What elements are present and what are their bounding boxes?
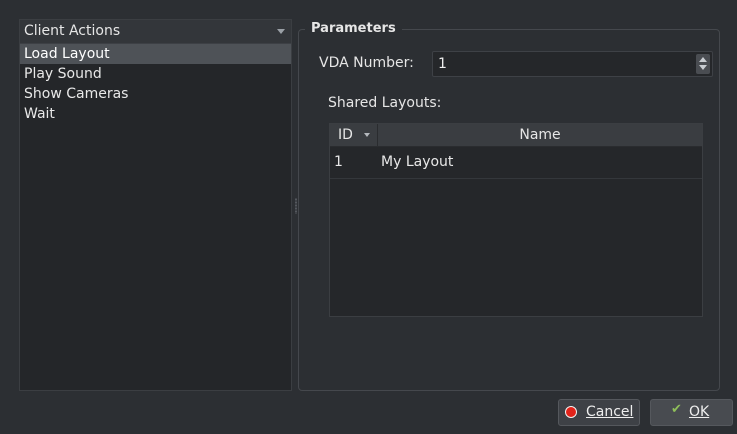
table-header: ID Name xyxy=(330,124,702,147)
column-header-id-label: ID xyxy=(338,127,353,143)
ok-button[interactable]: ✔ OK xyxy=(650,399,733,426)
stop-icon xyxy=(565,406,577,418)
vda-number-spinbox[interactable]: 1 xyxy=(432,51,713,77)
action-item-load-layout[interactable]: Load Layout xyxy=(20,44,291,64)
ok-label: OK xyxy=(689,404,710,420)
vda-number-label: VDA Number: xyxy=(319,55,414,71)
shared-layouts-table[interactable]: ID Name 1 My Layout xyxy=(329,123,703,317)
action-item-play-sound[interactable]: Play Sound xyxy=(20,64,291,84)
splitter-handle[interactable] xyxy=(295,198,297,214)
spin-up-icon[interactable] xyxy=(699,57,707,62)
parameters-title: Parameters xyxy=(305,21,402,36)
table-row[interactable]: 1 My Layout xyxy=(330,147,702,179)
cancel-label: Cancel xyxy=(586,404,634,420)
spin-buttons[interactable] xyxy=(696,54,710,74)
spin-down-icon[interactable] xyxy=(699,65,707,70)
cell-id: 1 xyxy=(334,154,343,170)
action-item-show-cameras[interactable]: Show Cameras xyxy=(20,84,291,104)
chevron-down-icon[interactable] xyxy=(277,29,285,34)
cancel-button[interactable]: Cancel xyxy=(558,399,640,426)
client-actions-panel: Client Actions Load Layout Play Sound Sh… xyxy=(19,19,292,391)
column-header-id[interactable]: ID xyxy=(330,124,378,146)
client-actions-combo[interactable]: Client Actions xyxy=(20,20,291,44)
check-icon: ✔ xyxy=(671,402,682,417)
column-header-name[interactable]: Name xyxy=(378,124,702,146)
sort-desc-icon xyxy=(364,133,370,137)
client-actions-dialog: Client Actions Load Layout Play Sound Sh… xyxy=(0,0,737,434)
shared-layouts-label: Shared Layouts: xyxy=(328,95,442,111)
combo-label: Client Actions xyxy=(24,23,121,39)
cell-name: My Layout xyxy=(381,154,454,170)
vda-number-value[interactable]: 1 xyxy=(438,56,447,72)
action-list: Load Layout Play Sound Show Cameras Wait xyxy=(20,44,291,124)
action-item-wait[interactable]: Wait xyxy=(20,104,291,124)
